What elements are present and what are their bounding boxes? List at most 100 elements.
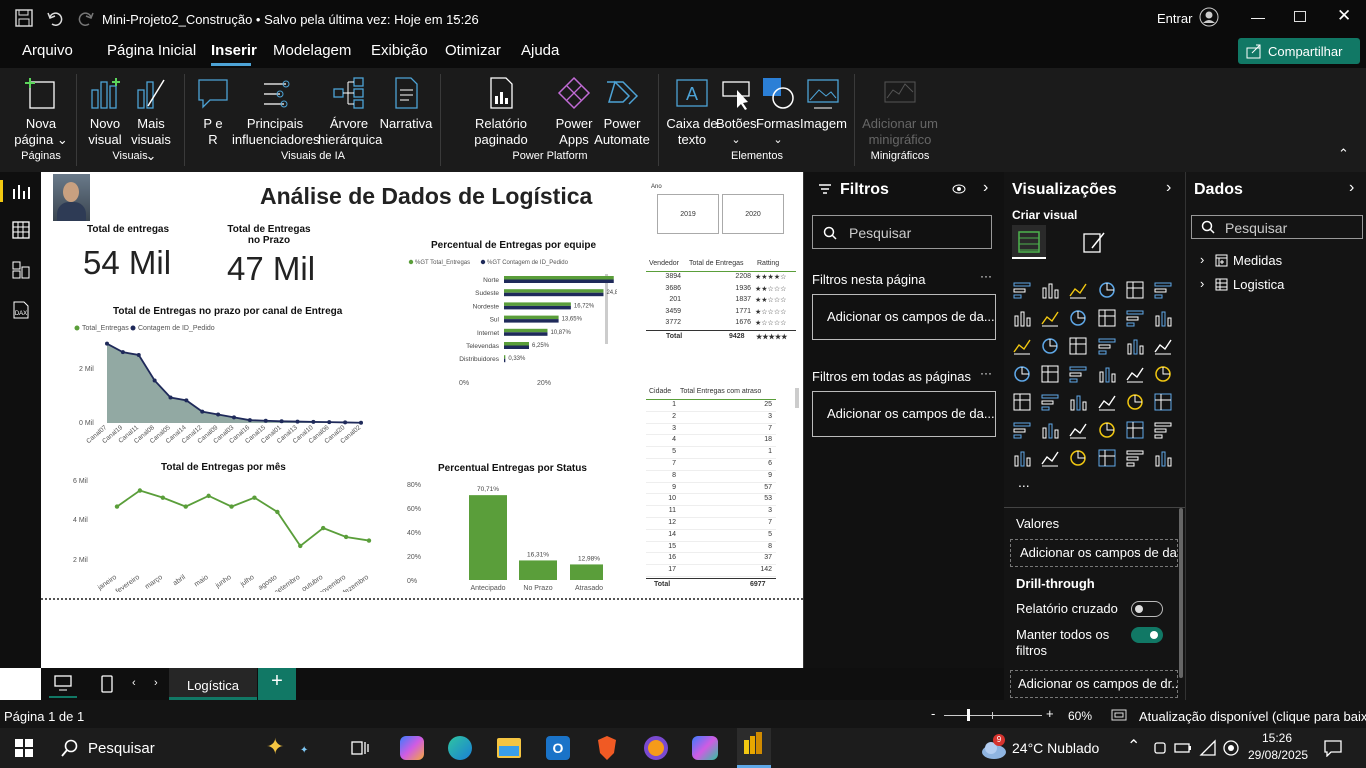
chevron-up-icon[interactable]: ⌃ [1127,736,1140,756]
close-icon[interactable]: ✕ [1337,6,1351,26]
gauge-icon[interactable] [1125,364,1145,384]
ribbon-chart-icon[interactable] [1012,336,1032,356]
signin-link[interactable]: Entrar [1157,11,1192,26]
buttons-button[interactable]: Botões ⌄ [716,72,756,148]
drill-drop[interactable]: Adicionar os campos de dr... [1010,670,1178,698]
menu-ajuda[interactable]: Ajuda [521,42,559,59]
clustered-bar-icon[interactable] [1068,280,1088,300]
python-visual-icon[interactable] [1012,420,1032,440]
scatter-icon[interactable] [1097,336,1117,356]
clock-time[interactable]: 15:26 [1262,731,1292,745]
model-view-icon[interactable] [11,260,31,280]
collapse-viz-icon[interactable]: › [1166,179,1171,197]
copilot-app-icon[interactable] [400,736,424,760]
weather-text[interactable]: 24°C Nublado [1012,740,1099,756]
dax-query-icon[interactable]: DAX [11,300,31,320]
keep-filters-toggle[interactable] [1131,627,1163,643]
clustered-column-icon[interactable] [1097,280,1117,300]
battery-icon[interactable] [1174,740,1192,756]
fit-page-icon[interactable] [1111,709,1127,721]
menu-pagina-inicial[interactable]: Página Inicial [107,42,196,59]
narrative-button[interactable]: Narrativa [378,72,434,132]
waterfall-icon[interactable] [1040,336,1060,356]
donut-icon[interactable] [1153,336,1173,356]
zoom-out-icon[interactable]: - [931,706,935,721]
100-area-icon[interactable] [1097,308,1117,328]
narrative-icon[interactable] [1125,420,1145,440]
paginated-report-button[interactable]: Relatório paginado [448,72,554,148]
more-visuals-ellipsis[interactable]: ... [1018,474,1030,490]
cross-report-toggle[interactable] [1131,601,1163,617]
key-influencers-button[interactable]: Principais influenciadores [232,72,319,148]
goals-icon[interactable] [1153,420,1173,440]
add-page-button[interactable]: + [258,668,296,700]
wifi-icon[interactable] [1199,739,1217,757]
browser-icon[interactable] [644,736,668,760]
pie-icon[interactable] [1125,336,1145,356]
power-apps-button[interactable]: Power Apps [552,72,596,148]
save-icon[interactable] [15,9,33,27]
line-column-icon[interactable] [1125,308,1145,328]
treemap-icon[interactable] [1012,364,1032,384]
zoom-slider-thumb[interactable] [967,709,970,721]
collapse-ribbon-icon[interactable]: ⌃ [1338,146,1349,162]
collapse-filters-icon[interactable]: › [983,179,988,197]
shapes-button[interactable]: Formas ⌄ [756,72,800,148]
get-more-icon[interactable] [1097,448,1117,468]
th-vendedor[interactable]: Vendedor [649,260,679,267]
stacked-bar-icon[interactable] [1012,280,1032,300]
slicer-2019[interactable]: 2019 [657,194,719,234]
outlook-icon[interactable]: O [546,736,570,760]
table-icon[interactable] [1097,392,1117,412]
key-influencers-icon[interactable] [1040,420,1060,440]
file-explorer-icon[interactable] [497,738,521,758]
paginated-icon[interactable] [1012,448,1032,468]
stacked-column-icon[interactable] [1040,280,1060,300]
flow-icon[interactable] [1153,448,1173,468]
map-icon[interactable] [1040,364,1060,384]
report-view-icon[interactable] [11,181,31,201]
slicer-2020[interactable]: 2020 [722,194,784,234]
next-page-icon[interactable]: › [154,677,158,689]
new-page-button[interactable]: Nova página ⌄ [10,72,72,148]
new-visual-button[interactable]: Novo visual [82,72,128,148]
avatar-icon[interactable] [1199,7,1219,27]
diamond-icon[interactable] [1125,448,1145,468]
data-search-input[interactable]: Pesquisar [1191,215,1363,239]
share-button[interactable]: Compartilhar [1238,38,1360,64]
azure-map-icon[interactable] [1097,364,1117,384]
undo-icon[interactable] [46,9,64,27]
decomposition-tree-button[interactable]: Árvore hierárquica [318,72,382,148]
zoom-level[interactable]: 60% [1068,709,1092,723]
multirow-card-icon[interactable] [1012,392,1032,412]
100-column-icon[interactable] [1153,280,1173,300]
100-bar-icon[interactable] [1125,280,1145,300]
sparkline-button[interactable]: Adicionar um minigráfico [860,72,940,148]
filters-all-drop[interactable]: Adicionar os campos de da... [812,391,996,437]
table-medidas[interactable]: › Medidas [1200,252,1360,270]
search-icon[interactable] [61,739,79,757]
decomposition-icon[interactable] [1068,420,1088,440]
th-cidade[interactable]: Cidade [649,388,671,395]
build-visual-tab[interactable] [1012,225,1046,259]
copilot-sparkle-icon[interactable]: ✦ [266,734,284,760]
windows-start-icon[interactable] [15,739,33,757]
funnel-icon[interactable] [1068,336,1088,356]
desktop-view-tab[interactable] [49,668,77,698]
th-ratting[interactable]: Ratting [757,260,779,267]
eye-icon[interactable] [952,184,966,194]
task-view-icon[interactable] [351,739,369,757]
collapse-data-icon[interactable]: › [1349,179,1354,197]
qa-button[interactable]: P e R [192,72,234,148]
card-icon[interactable] [1153,364,1173,384]
powerbi-taskbar-icon[interactable] [737,728,771,768]
line-clustered-icon[interactable] [1153,308,1173,328]
power-automate-button[interactable]: Power Automate [594,72,650,148]
prev-page-icon[interactable]: ‹ [132,677,136,689]
qa-icon[interactable] [1097,420,1117,440]
image-button[interactable]: Imagem [800,72,847,132]
viz-scrollbar[interactable] [1179,508,1183,678]
clock-date[interactable]: 29/08/2025 [1248,748,1308,762]
redo-icon[interactable] [77,9,95,27]
zoom-in-icon[interactable]: + [1046,706,1054,721]
